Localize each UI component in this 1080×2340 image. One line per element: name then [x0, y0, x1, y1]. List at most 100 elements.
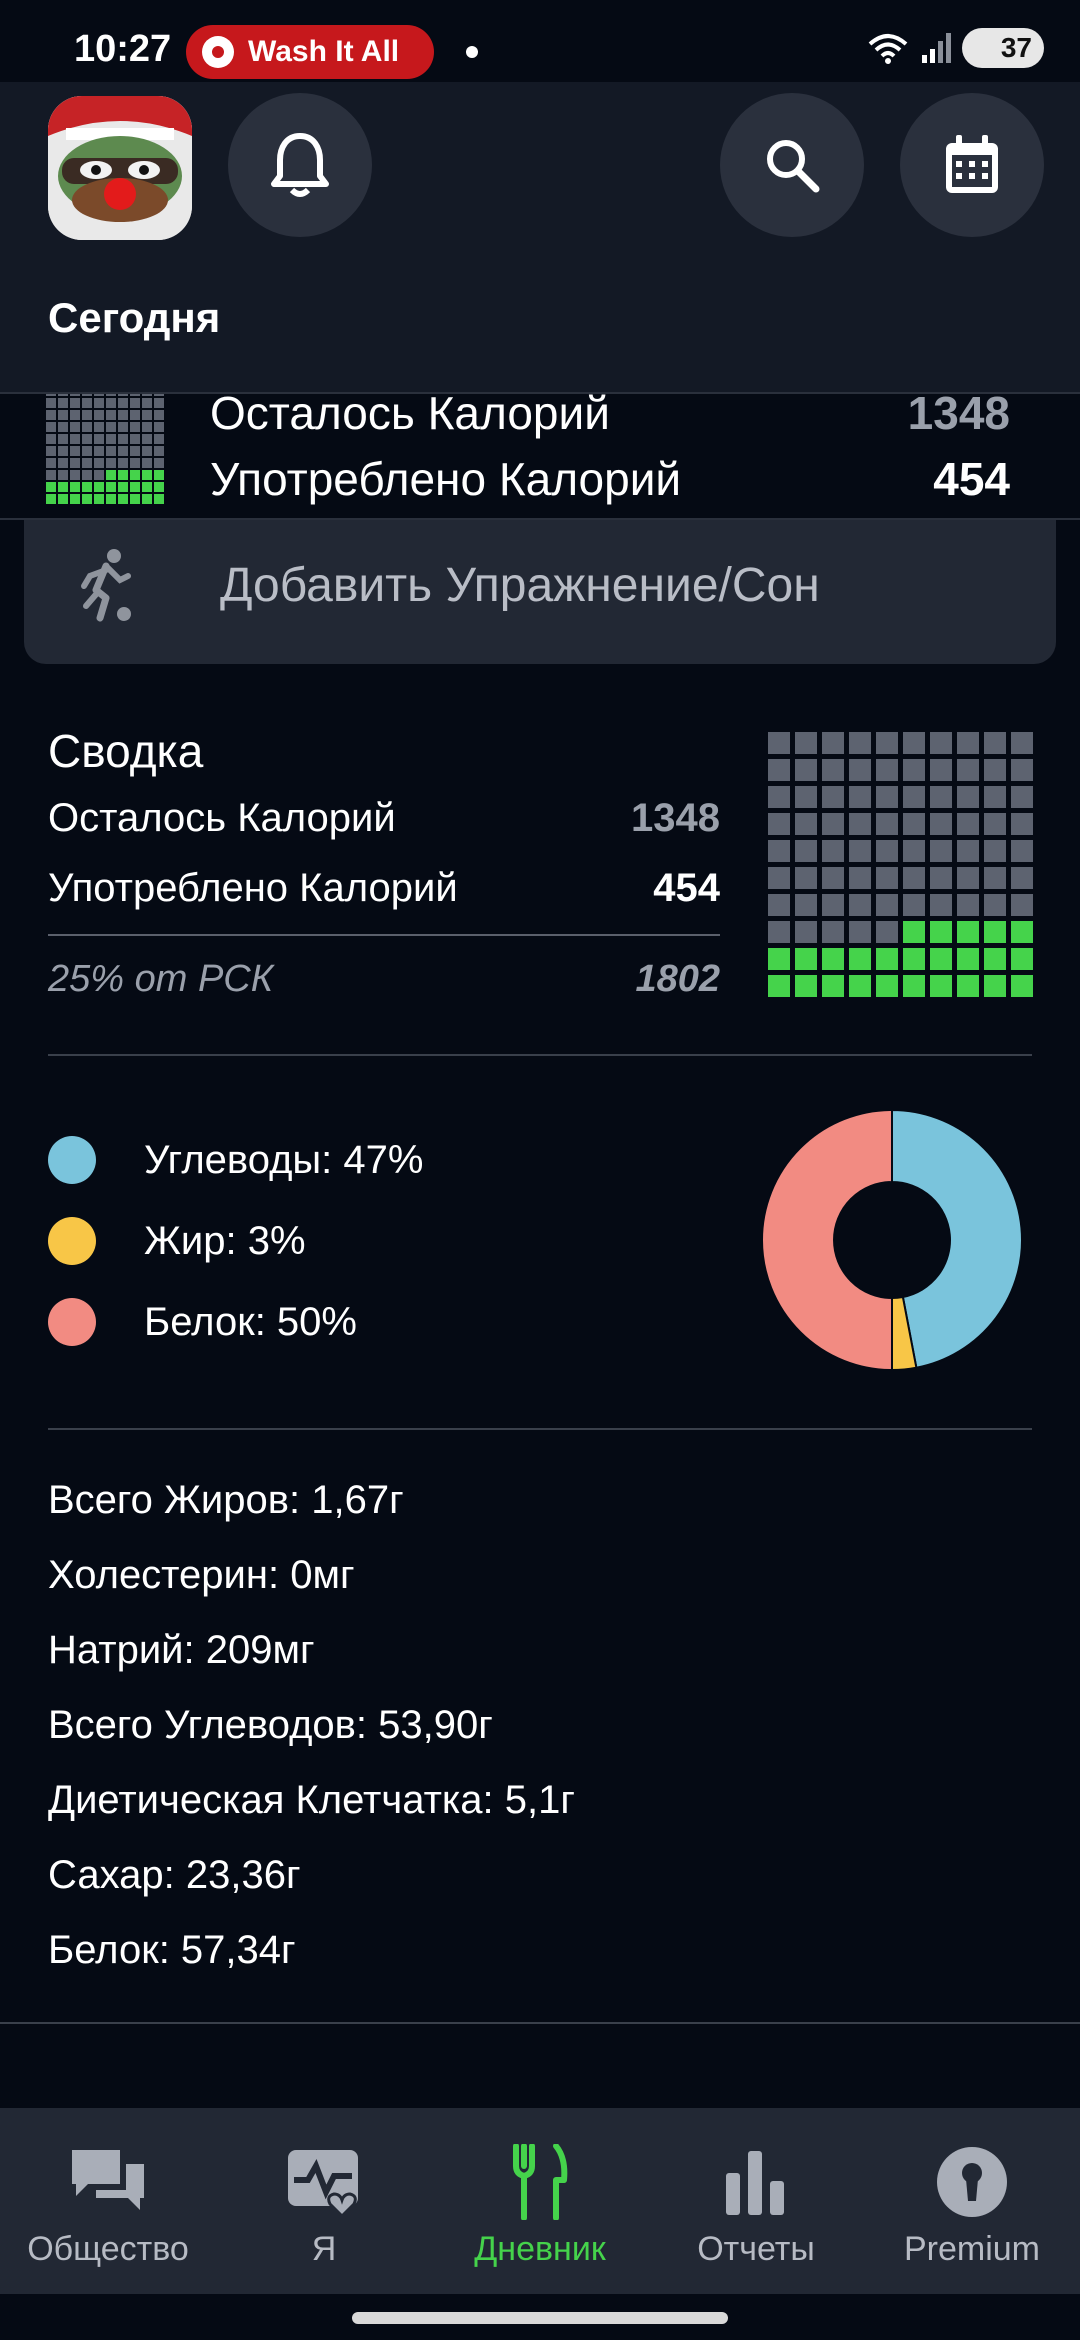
nav-premium[interactable]: Premium	[864, 2108, 1080, 2294]
recording-pill-label: Wash It All	[248, 35, 400, 68]
grid-cell	[58, 494, 68, 504]
grid-cell	[903, 813, 925, 835]
grid-cell	[130, 494, 140, 504]
grid-cell	[58, 446, 68, 456]
avatar[interactable]	[48, 96, 192, 240]
nav-me[interactable]: Я	[216, 2108, 432, 2294]
grid-cell	[154, 482, 164, 492]
grid-cell	[142, 422, 152, 432]
notifications-button[interactable]	[228, 93, 372, 237]
calendar-button[interactable]	[900, 93, 1044, 237]
grid-cell	[106, 494, 116, 504]
status-time: 10:27	[74, 28, 172, 70]
grid-cell	[154, 470, 164, 480]
grid-cell	[795, 921, 817, 943]
grid-cell	[1011, 813, 1033, 835]
nav-premium-label: Premium	[903, 2230, 1041, 2268]
grid-cell	[822, 840, 844, 862]
grid-cell	[876, 786, 898, 808]
nav-community[interactable]: Общество	[0, 2108, 216, 2294]
summary-consumed-value: 454	[653, 866, 720, 910]
consumed-calories-label: Употреблено Калорий	[210, 453, 682, 505]
grid-cell	[82, 398, 92, 408]
grid-cell	[903, 759, 925, 781]
grid-cell	[1011, 921, 1033, 943]
remaining-calories-value: 1348	[907, 392, 1010, 439]
grid-cell	[1011, 786, 1033, 808]
grid-cell	[984, 786, 1006, 808]
nutrient-item: Белок: 57,34г	[48, 1928, 296, 1972]
nav-reports[interactable]: Отчеты	[648, 2108, 864, 2294]
summary-remaining-value: 1348	[631, 796, 720, 840]
grid-cell	[849, 948, 871, 970]
grid-cell	[118, 470, 128, 480]
calorie-grid-small	[46, 394, 164, 504]
donut-slice	[761, 1108, 893, 1372]
donut-slice	[891, 1108, 1023, 1369]
grid-cell	[822, 759, 844, 781]
grid-cell	[1011, 948, 1033, 970]
nav-me-label: Я	[311, 2230, 337, 2268]
grid-cell	[903, 975, 925, 997]
nutrient-item: Натрий: 209мг	[48, 1628, 315, 1672]
grid-cell	[46, 470, 56, 480]
grid-cell	[82, 394, 92, 396]
grid-cell	[957, 894, 979, 916]
grid-cell	[118, 422, 128, 432]
section-divider	[48, 1054, 1032, 1056]
grid-cell	[106, 482, 116, 492]
grid-cell	[795, 813, 817, 835]
screen-recording-pill[interactable]: Wash It All	[186, 25, 434, 79]
grid-cell	[795, 786, 817, 808]
app-header: Сегодня	[0, 82, 1080, 392]
grid-cell	[903, 867, 925, 889]
grid-cell	[154, 458, 164, 468]
grid-cell	[46, 398, 56, 408]
grid-cell	[106, 394, 116, 396]
grid-cell	[70, 470, 80, 480]
rsk-label: 25% от РСК	[48, 958, 274, 1000]
status-icons: 37	[866, 28, 1044, 68]
grid-cell	[822, 867, 844, 889]
grid-cell	[70, 398, 80, 408]
grid-cell	[903, 948, 925, 970]
nav-reports-label: Отчеты	[697, 2230, 815, 2268]
search-icon	[767, 140, 820, 193]
grid-cell	[94, 446, 104, 456]
nav-diary-label: Дневник	[474, 2230, 606, 2268]
search-button[interactable]	[720, 93, 864, 237]
grid-cell	[130, 422, 140, 432]
nav-diary[interactable]: Дневник	[432, 2108, 648, 2294]
calorie-summary-strip[interactable]: Осталось Калорий 1348 Употреблено Калори…	[0, 392, 1080, 520]
grid-cell	[822, 732, 844, 754]
grid-cell	[46, 434, 56, 444]
grid-cell	[984, 732, 1006, 754]
grid-cell	[82, 458, 92, 468]
summary-remaining-row: Осталось Калорий 1348	[48, 796, 720, 841]
nutrient-item: Сахар: 23,36г	[48, 1853, 301, 1897]
grid-cell	[94, 394, 104, 396]
grid-cell	[984, 948, 1006, 970]
grid-cell	[154, 398, 164, 408]
grid-cell	[106, 422, 116, 432]
home-indicator[interactable]	[352, 2312, 728, 2324]
grid-cell	[82, 482, 92, 492]
grid-cell	[106, 470, 116, 480]
grid-cell	[142, 410, 152, 420]
grid-cell	[118, 482, 128, 492]
grid-cell	[118, 446, 128, 456]
grid-cell	[70, 458, 80, 468]
grid-cell	[154, 446, 164, 456]
grid-cell	[768, 975, 790, 997]
grid-cell	[795, 975, 817, 997]
record-icon	[202, 36, 234, 68]
summary-consumed-label: Употреблено Калорий	[48, 866, 458, 910]
add-exercise-button[interactable]: Добавить Упражнение/Сон	[24, 520, 1056, 664]
grid-cell	[876, 813, 898, 835]
grid-cell	[930, 948, 952, 970]
grid-cell	[130, 458, 140, 468]
nav-community-label: Общество	[27, 2230, 189, 2268]
grid-cell	[106, 434, 116, 444]
grid-cell	[58, 422, 68, 432]
add-exercise-label: Добавить Упражнение/Сон	[220, 559, 820, 612]
